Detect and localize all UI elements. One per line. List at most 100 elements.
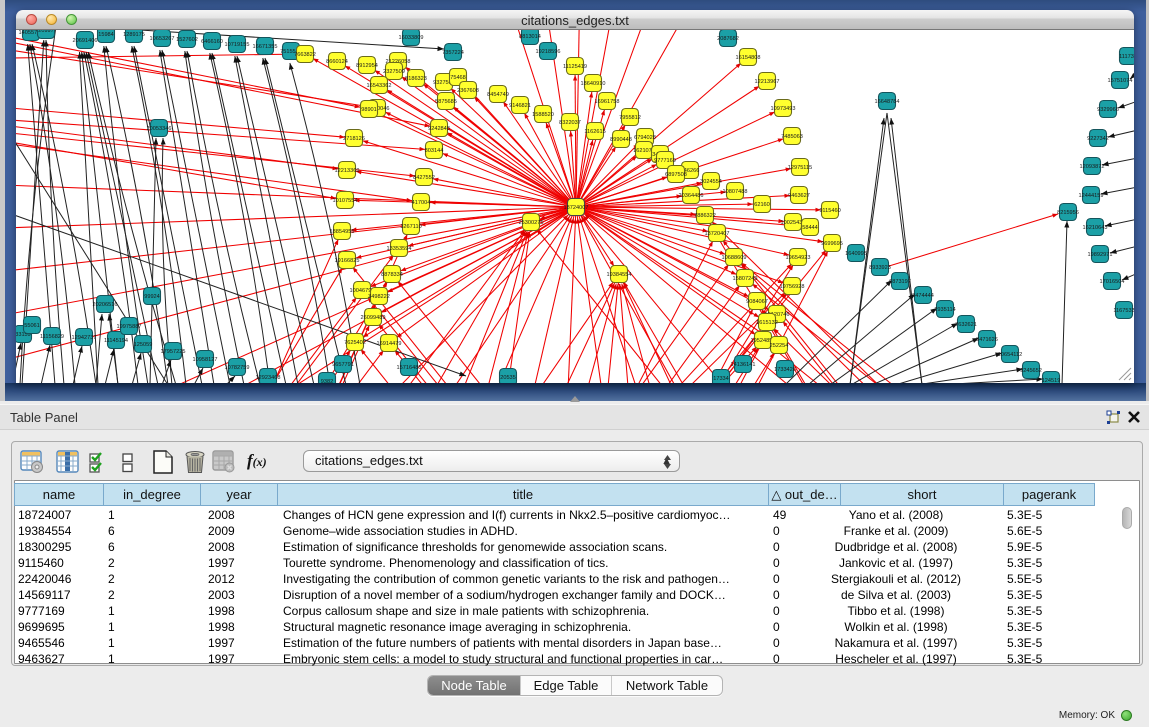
svg-text:1588520: 1588520: [532, 112, 554, 118]
svg-text:19166825: 19166825: [335, 258, 360, 264]
svg-text:17957225: 17957225: [161, 349, 186, 355]
svg-text:10973493: 10973493: [771, 106, 796, 112]
svg-text:58444: 58444: [802, 225, 818, 231]
svg-text:9699695: 9699695: [821, 241, 843, 247]
svg-text:5875685: 5875685: [435, 99, 457, 105]
svg-text:6873197: 6873197: [889, 279, 911, 285]
svg-text:15716485: 15716485: [397, 365, 422, 371]
svg-text:1167533: 1167533: [1113, 308, 1134, 314]
svg-text:15751074: 15751074: [1108, 78, 1133, 84]
svg-text:15984: 15984: [98, 32, 114, 38]
svg-text:19218596: 19218596: [536, 49, 561, 55]
svg-text:2367608: 2367608: [457, 88, 479, 94]
svg-text:20053346: 20053346: [147, 126, 172, 132]
svg-text:7625402: 7625402: [344, 340, 366, 346]
svg-text:2087682: 2087682: [717, 36, 739, 42]
svg-text:9115460: 9115460: [819, 208, 840, 214]
svg-text:16543362: 16543362: [367, 83, 392, 89]
svg-text:16961758: 16961758: [595, 99, 620, 105]
svg-text:1615132: 1615132: [756, 320, 778, 326]
svg-text:8990448: 8990448: [610, 137, 632, 143]
svg-text:10782759: 10782759: [225, 365, 250, 371]
svg-text:16914479: 16914479: [377, 341, 402, 347]
svg-text:10653267: 10653267: [150, 36, 175, 42]
svg-text:803144: 803144: [425, 148, 444, 154]
svg-text:19756928: 19756928: [780, 284, 805, 290]
svg-text:252254: 252254: [770, 343, 789, 349]
svg-text:12213369: 12213369: [335, 168, 360, 174]
svg-text:10654112: 10654112: [998, 352, 1022, 358]
svg-text:20206516: 20206516: [93, 302, 118, 308]
svg-text:9227342: 9227342: [1087, 136, 1109, 142]
svg-text:7485063: 7485063: [781, 134, 803, 140]
svg-text:8912954: 8912954: [356, 63, 378, 69]
svg-text:1527602: 1527602: [176, 37, 198, 43]
svg-text:10958127: 10958127: [193, 357, 218, 363]
svg-text:20364486: 20364486: [679, 193, 704, 199]
svg-text:17016504: 17016504: [1100, 279, 1125, 285]
svg-text:6466160: 6466160: [201, 39, 223, 45]
svg-text:111737: 111737: [1119, 54, 1134, 60]
svg-text:15807249: 15807249: [733, 276, 758, 282]
svg-text:12923468: 12923468: [256, 375, 281, 381]
svg-text:75468: 75468: [450, 75, 466, 81]
svg-text:9777169: 9777169: [654, 158, 676, 164]
svg-text:19975887: 19975887: [117, 324, 142, 330]
svg-text:2718126: 2718126: [343, 136, 365, 142]
svg-text:12093872: 12093872: [1080, 164, 1105, 170]
svg-text:19892971: 19892971: [1088, 252, 1113, 258]
svg-text:26099489: 26099489: [361, 315, 386, 321]
svg-text:10688609: 10688609: [722, 255, 747, 261]
svg-text:8454749: 8454749: [487, 92, 509, 98]
svg-text:12444159: 12444159: [1079, 193, 1104, 199]
svg-text:9084067: 9084067: [746, 299, 768, 305]
svg-text:16648784: 16648784: [875, 99, 900, 105]
svg-text:3498222: 3498222: [368, 294, 390, 300]
svg-text:11125419: 11125419: [563, 64, 587, 70]
svg-text:9329966: 9329966: [1097, 107, 1119, 113]
svg-text:7886322: 7886322: [694, 213, 716, 219]
svg-text:6897508: 6897508: [665, 172, 687, 178]
svg-text:62160: 62160: [754, 202, 770, 208]
svg-text:12213967: 12213967: [755, 79, 780, 85]
svg-text:7663822: 7663822: [294, 52, 316, 58]
svg-text:99924: 99924: [144, 294, 160, 300]
svg-text:7357224: 7357224: [442, 50, 464, 56]
svg-text:7955812: 7955812: [619, 115, 641, 121]
svg-text:18854955: 18854955: [330, 229, 355, 235]
svg-text:125059: 125059: [134, 342, 153, 348]
svg-text:6794028: 6794028: [634, 135, 656, 141]
svg-text:8813014: 8813014: [519, 34, 541, 40]
svg-text:25300275: 25300275: [519, 220, 544, 226]
svg-text:8427552: 8427552: [413, 175, 435, 181]
svg-text:1640995: 1640995: [845, 251, 867, 257]
svg-text:9463627: 9463627: [788, 193, 810, 199]
svg-text:98901: 98901: [361, 107, 377, 113]
svg-text:20535: 20535: [500, 375, 516, 381]
svg-text:8933923: 8933923: [869, 265, 891, 271]
svg-text:18640910: 18640910: [581, 81, 606, 87]
svg-text:13353594: 13353594: [387, 246, 412, 252]
svg-text:1289175: 1289175: [123, 32, 145, 38]
svg-text:16210643: 16210643: [1083, 225, 1108, 231]
svg-text:3267110: 3267110: [400, 224, 421, 230]
svg-text:19384554: 19384554: [607, 272, 632, 278]
svg-text:9146821: 9146821: [509, 103, 531, 109]
svg-text:11156829: 11156829: [40, 334, 64, 340]
svg-text:20997: 20997: [38, 30, 54, 34]
svg-text:9657791: 9657791: [332, 362, 354, 368]
svg-text:8660124: 8660124: [326, 59, 348, 65]
svg-text:8186323: 8186323: [405, 76, 427, 82]
svg-text:417004: 417004: [412, 200, 431, 206]
svg-text:9382: 9382: [321, 379, 333, 383]
svg-text:18724007: 18724007: [564, 205, 589, 211]
svg-text:8471626: 8471626: [976, 337, 998, 343]
svg-text:1733426: 1733426: [774, 367, 796, 373]
svg-text:14136141: 14136141: [731, 362, 756, 368]
svg-text:8878334: 8878334: [381, 272, 403, 278]
svg-text:8215956: 8215956: [1057, 210, 1079, 216]
svg-text:12942737: 12942737: [72, 335, 97, 341]
svg-text:11145194: 11145194: [104, 338, 128, 344]
svg-text:16154808: 16154808: [736, 55, 761, 61]
svg-text:16671355: 16671355: [253, 44, 278, 50]
